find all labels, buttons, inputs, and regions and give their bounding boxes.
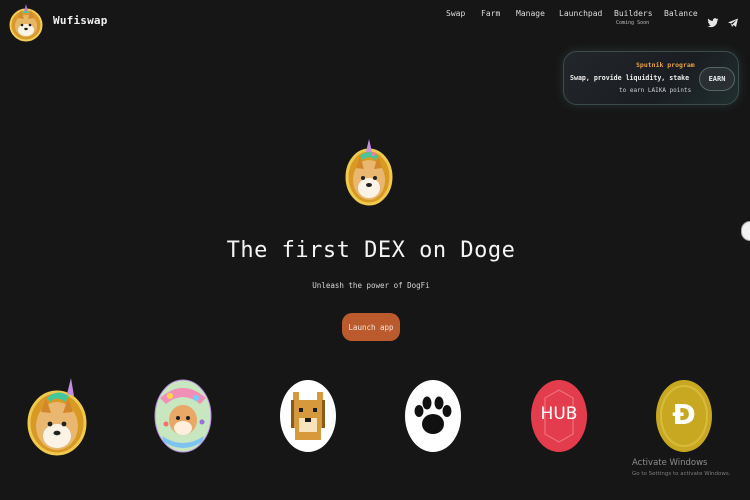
colorful-doge-logo[interactable]: [154, 378, 214, 454]
dogecoin-logo[interactable]: Ð: [655, 378, 715, 454]
hero-subtitle: Unleash the power of DogFi: [312, 281, 430, 290]
hub-logo[interactable]: HUB: [530, 378, 590, 454]
hero-doge-logo: [342, 136, 396, 208]
launch-app-button[interactable]: Launch app: [342, 313, 400, 341]
promo-subtext: to earn LAIKA points: [619, 87, 692, 94]
wufi-unicorn-doge-logo[interactable]: [27, 378, 87, 456]
earn-button[interactable]: EARN: [699, 67, 735, 91]
nav-balance[interactable]: Balance: [664, 9, 698, 18]
nav-manage[interactable]: Manage: [516, 9, 545, 18]
activate-windows-subtext: Go to Settings to activate Windows.: [632, 471, 731, 477]
dogecoin-symbol: Ð: [672, 398, 696, 431]
builders-coming-soon-label: Coming Soon: [616, 20, 650, 26]
top-navbar: Wufiswap Swap Farm Manage Launchpad Buil…: [0, 0, 750, 44]
activate-windows-title: Activate Windows: [632, 458, 708, 468]
side-drawer-handle[interactable]: [741, 221, 750, 241]
sputnik-promo-card: Sputnik program Swap, provide liquidity,…: [563, 51, 739, 105]
paw-print-logo[interactable]: [404, 378, 464, 454]
hero-title: The first DEX on Doge: [226, 238, 516, 263]
telegram-icon[interactable]: [727, 14, 739, 27]
hub-logo-text: HUB: [540, 404, 578, 424]
nav-farm[interactable]: Farm: [481, 9, 500, 18]
nav-swap[interactable]: Swap: [446, 9, 465, 18]
promo-description: Swap, provide liquidity, stake: [570, 74, 690, 82]
brand-name: Wufiswap: [53, 14, 108, 27]
promo-title: Sputnik program: [636, 61, 695, 69]
pixel-doge-logo[interactable]: [279, 378, 339, 454]
nav-launchpad[interactable]: Launchpad: [559, 9, 602, 18]
twitter-icon[interactable]: [707, 14, 719, 28]
nav-builders[interactable]: Builders: [614, 9, 653, 18]
wufiswap-logo[interactable]: [9, 4, 43, 42]
